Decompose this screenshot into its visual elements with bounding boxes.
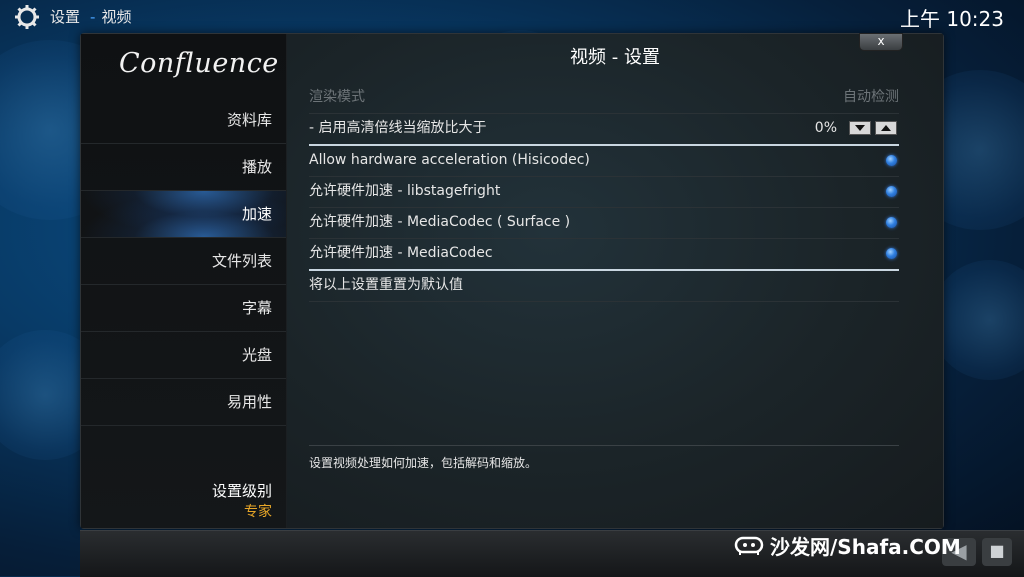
settings-panel: Confluence 资料库 播放 加速 文件列表 字幕 光盘 易用性 设置级别… xyxy=(80,33,944,529)
setting-value: 自动检测 xyxy=(843,89,899,105)
setting-label: 允许硬件加速 - MediaCodec ( Surface ) xyxy=(309,214,571,230)
setting-value: 0% xyxy=(814,120,837,136)
setting-libstagefright[interactable]: 允许硬件加速 - libstagefright xyxy=(309,176,899,208)
setting-mediacodec[interactable]: 允许硬件加速 - MediaCodec xyxy=(309,238,899,271)
sidebar-item-file-lists[interactable]: 文件列表 xyxy=(81,238,286,285)
confluence-logo: Confluence xyxy=(119,48,279,79)
arrow-up-icon xyxy=(881,125,891,131)
breadcrumb-page: 视频 xyxy=(101,8,132,26)
breadcrumb-separator: - xyxy=(90,8,96,26)
spinner-up-button[interactable] xyxy=(875,121,897,135)
setting-mediacodec-surface[interactable]: 允许硬件加速 - MediaCodec ( Surface ) xyxy=(309,207,899,239)
setting-label: 将以上设置重置为默认值 xyxy=(309,277,463,293)
radio-on-icon[interactable] xyxy=(886,217,897,228)
top-bar: 设置 - 视频 上午 10:23 xyxy=(0,0,1024,34)
sofa-logo-icon xyxy=(734,536,764,555)
radio-on-icon[interactable] xyxy=(886,248,897,259)
sidebar-item-playback[interactable]: 播放 xyxy=(81,144,286,191)
arrow-down-icon xyxy=(855,125,865,131)
settings-level-value[interactable]: 专家 xyxy=(244,501,272,521)
sidebar-item-acceleration[interactable]: 加速 xyxy=(81,191,286,238)
sidebar-item-disc[interactable]: 光盘 xyxy=(81,332,286,379)
breadcrumb: 设置 - 视频 xyxy=(50,6,131,27)
sidebar-item-subtitles[interactable]: 字幕 xyxy=(81,285,286,332)
dialog-title: 视频 - 设置 xyxy=(570,47,660,68)
setting-hisicodec[interactable]: Allow hardware acceleration (Hisicodec) xyxy=(309,145,899,177)
clock: 上午 10:23 xyxy=(900,7,1004,31)
setting-label: - 启用高清倍线当缩放比大于 xyxy=(309,120,487,136)
setting-render-method[interactable]: 渲染模式 自动检测 xyxy=(309,82,899,114)
sidebar: Confluence 资料库 播放 加速 文件列表 字幕 光盘 易用性 设置级别… xyxy=(81,34,286,528)
radio-on-icon[interactable] xyxy=(886,186,897,197)
home-icon: ■ xyxy=(989,541,1005,560)
sidebar-item-accessibility[interactable]: 易用性 xyxy=(81,379,286,426)
radio-on-icon[interactable] xyxy=(886,155,897,166)
setting-label: 渲染模式 xyxy=(309,89,365,105)
spinner-down-button[interactable] xyxy=(849,121,871,135)
setting-reset-defaults[interactable]: 将以上设置重置为默认值 xyxy=(309,270,899,302)
settings-level-label[interactable]: 设置级别 xyxy=(212,480,272,501)
home-button[interactable]: ■ xyxy=(982,538,1012,566)
setting-description: 设置视频处理如何加速，包括解码和缩放。 xyxy=(309,456,538,470)
setting-label: 允许硬件加速 - MediaCodec xyxy=(309,245,493,261)
bokeh-decoration xyxy=(930,260,1024,380)
description-divider xyxy=(309,445,899,446)
setting-upscale-threshold[interactable]: - 启用高清倍线当缩放比大于 0% xyxy=(309,113,899,146)
setting-label: Allow hardware acceleration (Hisicodec) xyxy=(309,152,590,168)
watermark-text: 沙发网/Shafa.COM xyxy=(770,535,961,559)
settings-content: x 视频 - 设置 渲染模式 自动检测 - 启用高清倍线当缩放比大于 0% Al… xyxy=(287,33,943,528)
sidebar-item-library[interactable]: 资料库 xyxy=(81,97,286,144)
breadcrumb-root: 设置 xyxy=(50,8,81,26)
setting-label: 允许硬件加速 - libstagefright xyxy=(309,183,501,199)
gear-icon xyxy=(15,5,39,29)
